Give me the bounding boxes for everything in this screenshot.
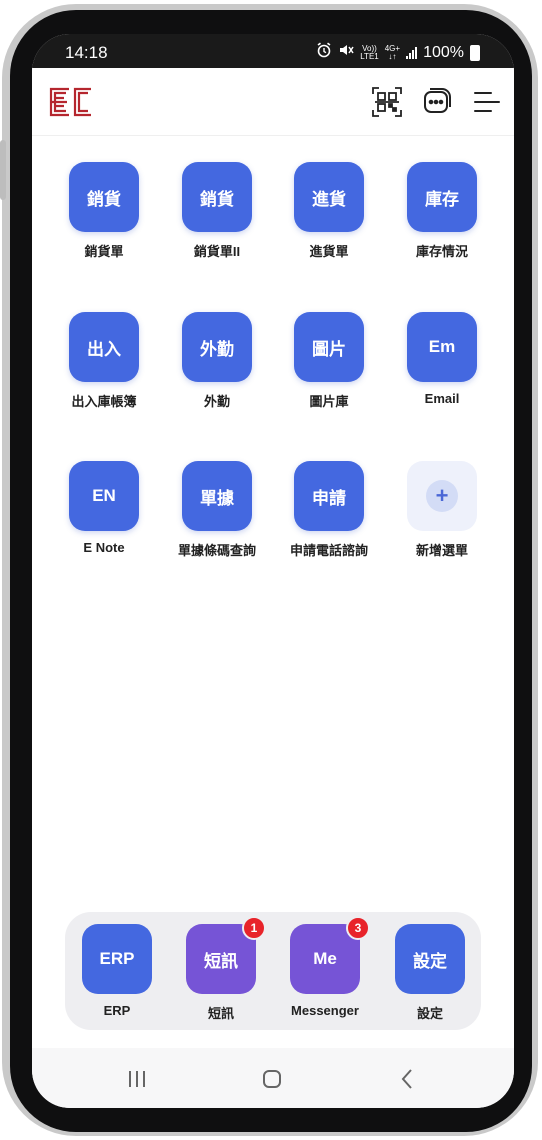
back-icon[interactable] bbox=[392, 1066, 422, 1092]
menu-icon[interactable] bbox=[472, 87, 502, 117]
battery-percent: 100% bbox=[423, 43, 464, 61]
tile-phone-consult[interactable]: 申請 bbox=[294, 461, 364, 531]
bottom-dock: ERP ERP 短訊 1 短訊 Me 3 Messenger 設定 設定 bbox=[65, 912, 481, 1030]
add-menu-button[interactable]: + bbox=[407, 461, 477, 531]
status-bar: 14:18 Vo)) LTE1 4G+ ↓↑ 100% bbox=[32, 34, 514, 68]
tile-email[interactable]: Em bbox=[407, 312, 477, 382]
tile-label: 出入庫帳簿 bbox=[71, 394, 137, 409]
tile-label: Email bbox=[424, 391, 460, 406]
dock-label: ERP bbox=[103, 1003, 131, 1018]
plus-icon: + bbox=[426, 480, 458, 512]
volte-bottom-text: LTE1 bbox=[360, 51, 379, 61]
tile-field-service[interactable]: 外勤 bbox=[182, 312, 252, 382]
tile-label: 申請電話諮詢 bbox=[289, 543, 368, 558]
tile-sales-order-2[interactable]: 銷貨 bbox=[182, 162, 252, 232]
notification-badge: 1 bbox=[242, 916, 266, 940]
tile-label: 外勤 bbox=[203, 394, 230, 409]
dock-erp-button[interactable]: ERP bbox=[82, 924, 152, 994]
network-icon: 4G+ ↓↑ bbox=[385, 44, 400, 61]
tile-label: 新增選單 bbox=[415, 543, 468, 558]
status-time: 14:18 bbox=[65, 43, 108, 62]
chat-icon[interactable] bbox=[422, 87, 452, 117]
notification-badge: 3 bbox=[346, 916, 370, 940]
tile-label: 單據條碼查詢 bbox=[177, 543, 256, 558]
app-logo bbox=[49, 87, 93, 122]
mute-icon bbox=[338, 42, 354, 63]
dock-label: 短訊 bbox=[207, 1006, 234, 1021]
status-icons: Vo)) LTE1 4G+ ↓↑ 100% bbox=[316, 42, 480, 63]
recent-apps-icon[interactable] bbox=[122, 1066, 152, 1092]
network-bottom-text: ↓↑ bbox=[388, 51, 397, 61]
dock-settings-button[interactable]: 設定 bbox=[395, 924, 465, 994]
tile-image-library[interactable]: 圖片 bbox=[294, 312, 364, 382]
tile-stock-ledger[interactable]: 出入 bbox=[69, 312, 139, 382]
dock-label: 設定 bbox=[416, 1006, 443, 1021]
dock-label: Messenger bbox=[291, 1003, 359, 1018]
tile-label: 銷貨單II bbox=[193, 244, 241, 259]
phone-screen: 14:18 Vo)) LTE1 4G+ ↓↑ 100% 銷貨 銷貨單 銷貨 銷貨… bbox=[32, 34, 514, 1108]
tile-inventory[interactable]: 庫存 bbox=[407, 162, 477, 232]
tile-sales-order[interactable]: 銷貨 bbox=[69, 162, 139, 232]
tile-label: 圖片庫 bbox=[309, 394, 349, 409]
volume-button bbox=[0, 140, 6, 200]
home-icon[interactable] bbox=[257, 1066, 287, 1092]
tile-barcode-query[interactable]: 單據 bbox=[182, 461, 252, 531]
tile-purchase-order[interactable]: 進貨 bbox=[294, 162, 364, 232]
tile-label: 銷貨單 bbox=[84, 244, 124, 259]
tile-label: 庫存情況 bbox=[415, 244, 468, 259]
tile-label: E Note bbox=[83, 540, 125, 555]
system-nav-bar bbox=[32, 1048, 514, 1108]
alarm-icon bbox=[316, 42, 332, 63]
header-divider bbox=[32, 135, 514, 136]
signal-icon bbox=[406, 46, 418, 59]
volte-icon: Vo)) LTE1 bbox=[360, 44, 379, 61]
battery-icon bbox=[470, 44, 480, 61]
tile-e-note[interactable]: EN bbox=[69, 461, 139, 531]
qr-code-icon[interactable] bbox=[372, 87, 402, 117]
tile-label: 進貨單 bbox=[309, 244, 349, 259]
